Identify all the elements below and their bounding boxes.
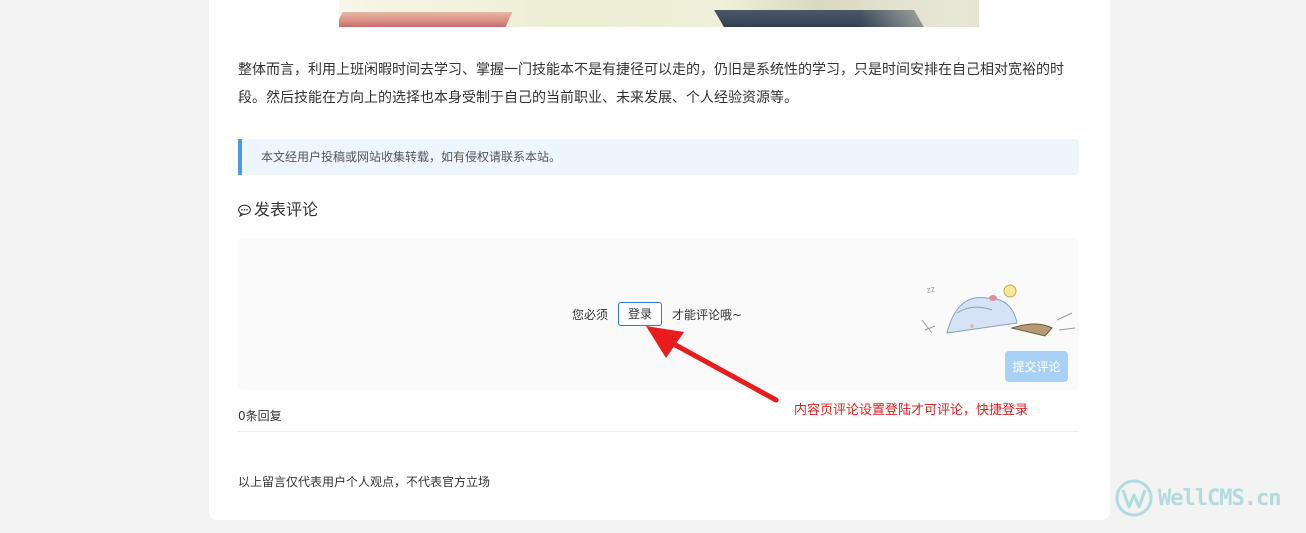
divider: [238, 431, 1079, 432]
sleeping-mascot-icon: zz: [921, 284, 1076, 337]
login-prefix: 您必须: [572, 307, 609, 322]
red-arrow-icon: [646, 326, 779, 403]
reply-count: 0条回复: [238, 409, 282, 423]
speech-bubble-icon: [238, 202, 251, 217]
article-paragraph: 整体而言，利用上班闲暇时间去学习、掌握一门技能本不是有捷径可以走的，仍旧是系统性…: [238, 62, 1064, 106]
comment-disclaimer: 以上留言仅代表用户个人观点，不代表官方立场: [238, 475, 491, 489]
submit-comment-button[interactable]: 提交评论: [1005, 351, 1068, 382]
svg-text:zz: zz: [926, 284, 936, 295]
w-logo-icon: [1115, 479, 1153, 517]
watermark: WellCMS.cn: [1114, 476, 1294, 520]
article-card: 整体而言，利用上班闲暇时间去学习、掌握一门技能本不是有捷径可以走的，仍旧是系统性…: [209, 0, 1110, 520]
article-image: [339, 0, 979, 27]
comment-heading-label: 发表评论: [254, 200, 319, 219]
annotation-text: 内容页评论设置登陆才可评论，快捷登录: [794, 403, 1029, 418]
comment-heading: 发表评论: [238, 196, 318, 220]
watermark-text: WellCMS.cn: [1158, 485, 1281, 511]
copyright-notice: 本文经用户投稿或网站收集转载，如有侵权请联系本站。: [238, 139, 1079, 175]
page: 整体而言，利用上班闲暇时间去学习、掌握一门技能本不是有捷径可以走的，仍旧是系统性…: [0, 0, 1306, 533]
